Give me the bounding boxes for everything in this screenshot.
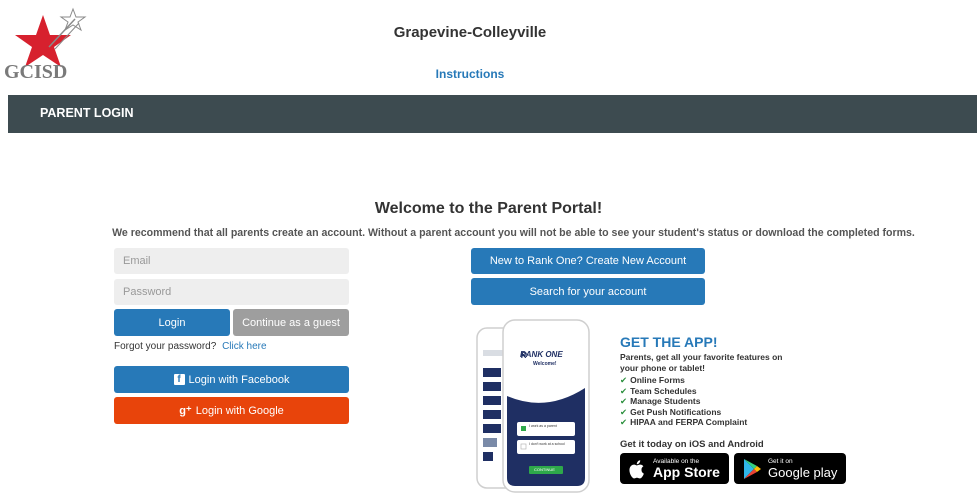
district-name: Grapevine-Colleyville <box>393 24 547 41</box>
google-play-badge[interactable]: Get it on Google play <box>734 453 846 484</box>
feature-item: ✔ Get Push Notifications <box>620 406 722 417</box>
apple-icon <box>629 459 644 478</box>
googleplay-big-text: Google play <box>768 464 838 480</box>
phone-welcome: Welcome! <box>533 361 557 367</box>
get-app-subtitle: Parents, get all your favorite features … <box>620 352 783 373</box>
password-placeholder: Password <box>123 286 172 298</box>
google-login-label: Login with Google <box>195 404 284 417</box>
navbar-title: PARENT LOGIN <box>40 106 134 120</box>
feature-item: ✔ HIPAA and FERPA Complaint <box>620 417 748 427</box>
create-account-button[interactable]: New to Rank One? Create New Account <box>471 248 705 274</box>
login-button[interactable]: Login <box>114 309 230 336</box>
email-placeholder: Email <box>123 255 151 267</box>
appstore-big-text: App Store <box>653 463 720 480</box>
email-field[interactable]: Email <box>114 248 349 274</box>
forgot-password-link[interactable]: Click here <box>222 341 266 352</box>
google-plus-icon: g⁺ <box>179 405 192 417</box>
feature-item: ✔ Team Schedules <box>620 385 697 396</box>
app-store-badge[interactable]: Available on the App Store <box>620 453 729 484</box>
check-icon: ✔ <box>620 417 628 427</box>
facebook-login-button[interactable]: f Login with Facebook <box>114 366 349 393</box>
password-field[interactable]: Password <box>114 279 349 305</box>
instructions-link[interactable]: Instructions <box>0 67 940 81</box>
phone-mockup-image: R RANK ONE Welcome! I work as a parent I… <box>471 318 591 494</box>
check-icon: ✔ <box>620 406 628 417</box>
get-today-text: Get it today on iOS and Android <box>620 439 764 450</box>
page-title: Welcome to the Parent Portal! <box>374 200 603 217</box>
check-icon: ✔ <box>620 396 628 406</box>
forgot-text: Forgot your password? <box>114 341 217 352</box>
feature-item: ✔ Manage Students <box>620 396 701 406</box>
guest-button[interactable]: Continue as a guest <box>233 309 349 336</box>
navbar: PARENT LOGIN <box>8 95 977 133</box>
get-app-title: GET THE APP! <box>620 334 718 350</box>
facebook-login-label: Login with Facebook <box>188 373 290 386</box>
search-account-button[interactable]: Search for your account <box>471 278 705 305</box>
facebook-icon: f <box>173 374 185 385</box>
forgot-password: Forgot your password? Click here <box>114 341 267 352</box>
phone-brand: RANK ONE <box>520 350 563 359</box>
phone-option-school: I don't work at a school <box>529 442 565 446</box>
googleplay-small-text: Get it on <box>768 457 793 465</box>
google-play-icon <box>744 458 761 479</box>
phone-option-parent: I work as a parent <box>529 424 557 428</box>
google-login-button[interactable]: g⁺ Login with Google <box>114 397 349 424</box>
feature-list: ✔ Online Forms ✔ Team Schedules ✔ Manage St… <box>620 375 747 428</box>
phone-continue: CONTINUE <box>534 467 555 472</box>
recommend-text: We recommend that all parents create an … <box>112 227 915 239</box>
check-icon: ✔ <box>620 375 628 385</box>
feature-item: ✔ Online Forms <box>620 375 685 385</box>
check-icon: ✔ <box>620 385 628 396</box>
